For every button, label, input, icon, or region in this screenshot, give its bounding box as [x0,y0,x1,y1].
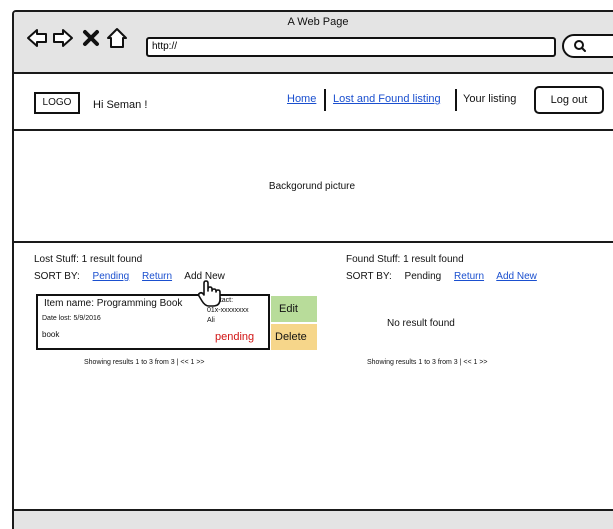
logout-button[interactable]: Log out [534,86,604,114]
item-date: Date lost: 5/9/2016 [42,315,101,322]
item-details: Item name: Programming Book Date lost: 5… [36,294,208,350]
user-greeting: Hi Seman ! [93,99,148,111]
logo: LOGO [34,92,80,114]
lost-sort-return[interactable]: Return [142,271,172,282]
search-icon [574,40,586,52]
nav-divider [455,89,457,111]
contact-name: Ali [207,317,215,324]
found-empty-message: No result found [387,318,455,329]
lost-add-new[interactable]: Add New [184,271,225,282]
found-sort-pending[interactable]: Pending [405,271,442,282]
found-stuff-section: Found Stuff: 1 result found SORT BY: Pen… [346,254,547,282]
home-icon[interactable] [106,27,128,49]
delete-button[interactable]: Delete [271,324,317,350]
lost-sort-bar: SORT BY: Pending Return Add New [34,271,235,282]
lost-stuff-section: Lost Stuff: 1 result found SORT BY: Pend… [34,254,235,282]
item-name: Item name: Programming Book [44,298,183,309]
site-header: LOGO Hi Seman ! Home Lost and Found list… [14,74,613,131]
found-stuff-title: Found Stuff: 1 result found [346,254,464,265]
item-contact: Contact: 01x-xxxxxxxx Ali pending [206,294,270,350]
nav-divider [324,89,326,111]
nav-link-your-listing[interactable]: Your listing [463,93,516,105]
sort-label: SORT BY: [34,271,80,282]
browser-toolbar: A Web Page [14,12,613,74]
found-sort-bar: SORT BY: Pending Return Add New [346,271,547,282]
forward-arrow-icon[interactable] [52,27,74,49]
hero-label: Backgorund picture [268,181,356,192]
address-bar-input[interactable] [146,37,556,57]
contact-label: Contact: [207,297,234,304]
lost-sort-pending[interactable]: Pending [93,271,130,282]
edit-button[interactable]: Edit [271,296,317,322]
item-description: book [42,330,60,339]
browser-status-bar [14,509,613,529]
search-button[interactable] [562,34,613,58]
status-badge: pending [215,331,255,343]
window-title: A Web Page [287,16,349,28]
hero-banner: Backgorund picture [14,131,613,243]
back-arrow-icon[interactable] [26,27,48,49]
found-pagination[interactable]: Showing results 1 to 3 from 3 | << 1 >> [367,359,488,366]
found-add-new[interactable]: Add New [496,271,537,282]
lost-pagination[interactable]: Showing results 1 to 3 from 3 | << 1 >> [84,359,205,366]
found-sort-return[interactable]: Return [454,271,484,282]
close-x-icon[interactable] [80,27,102,49]
lost-stuff-title: Lost Stuff: 1 result found [34,254,143,265]
nav-link-home[interactable]: Home [287,93,316,105]
browser-window: A Web Page LOGO Hi Seman ! Home Lost and… [12,10,613,529]
contact-phone: 01x-xxxxxxxx [207,307,249,314]
sort-label: SORT BY: [346,271,392,282]
lost-item-card[interactable]: Item name: Programming Book Date lost: 5… [36,294,270,350]
nav-link-lost-and-found[interactable]: Lost and Found listing [333,93,441,105]
